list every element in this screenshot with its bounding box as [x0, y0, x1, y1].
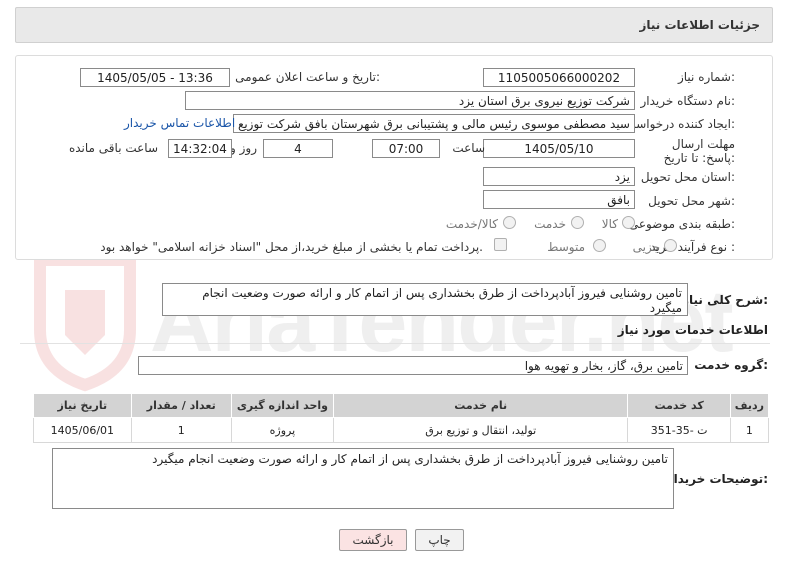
table-header-row: ردیف کد خدمت نام خدمت واحد اندازه گیری ت…: [33, 393, 770, 418]
remaining-time-field: 14:32:04: [168, 139, 232, 158]
purchase-medium-radio[interactable]: [593, 239, 606, 252]
col-header-unit: واحد اندازه گیری: [230, 393, 334, 418]
cell-service-code: ت -35-351: [627, 417, 731, 443]
col-header-service-code: کد خدمت: [627, 393, 731, 418]
purchase-type-label: نوع فرآیند خرید :: [650, 240, 735, 254]
print-button[interactable]: چاپ: [415, 529, 464, 551]
summary-textarea[interactable]: تامین روشنایی فیروز آبادپرداخت از طرق بخ…: [162, 283, 688, 316]
cell-service-name: تولید، انتقال و توزیع برق: [332, 417, 629, 443]
need-number-label: شماره نیاز:: [677, 70, 735, 84]
treasury-checkbox[interactable]: [494, 238, 507, 251]
category-goods-radio[interactable]: [622, 216, 635, 229]
announce-label: تاریخ و ساعت اعلان عمومی:: [235, 70, 380, 84]
category-goods-service-label: کالا/خدمت: [445, 217, 498, 231]
category-service-radio[interactable]: [571, 216, 584, 229]
days-label: روز و: [230, 141, 257, 155]
summary-label: شرح کلی نیاز:: [682, 293, 768, 307]
col-header-quantity: تعداد / مقدار: [130, 393, 232, 418]
buyer-notes-textarea[interactable]: تامین روشنایی فیروز آبادپرداخت از طرق بخ…: [52, 448, 674, 509]
category-goods-label: کالا: [601, 217, 618, 231]
buyer-org-label: نام دستگاه خریدار:: [640, 94, 736, 108]
cell-unit: پروژه: [230, 417, 334, 443]
province-field: یزد: [483, 167, 635, 186]
deadline-label: مهلت ارسال پاسخ: تا تاریخ:: [663, 137, 735, 165]
creator-field: سید مصطفی موسوی رئیس مالی و پشتیبانی برق…: [233, 114, 635, 133]
page-title: جزئیات اطلاعات نیاز: [639, 18, 760, 32]
col-header-row-number: ردیف: [729, 393, 770, 418]
need-number-field: 1105005066000202: [483, 68, 635, 87]
category-goods-service-radio[interactable]: [503, 216, 516, 229]
treasury-note: پرداخت تمام یا بخشی از مبلغ خرید،از محل …: [100, 240, 483, 254]
back-button[interactable]: بازگشت: [339, 529, 407, 551]
cell-quantity: 1: [130, 417, 232, 443]
table-row: 1 ت -35-351 تولید، انتقال و توزیع برق پر…: [33, 417, 770, 443]
cell-row-number: 1: [729, 417, 770, 443]
deadline-date-field: 1405/05/10: [483, 139, 635, 158]
contact-buyer-link[interactable]: اطلاعات تماس خریدار: [124, 116, 235, 130]
buyer-notes-text: تامین روشنایی فیروز آبادپرداخت از طرق بخ…: [152, 452, 668, 466]
summary-text: تامین روشنایی فیروز آبادپرداخت از طرق بخ…: [202, 286, 682, 315]
services-table-wrap: ردیف کد خدمت نام خدمت واحد اندازه گیری ت…: [33, 393, 770, 443]
category-service-label: خدمت: [534, 217, 566, 231]
services-section-title: اطلاعات خدمات مورد نیاز: [617, 323, 768, 337]
remaining-time-label: ساعت باقی مانده: [68, 141, 158, 155]
deadline-time-field: 07:00: [372, 139, 440, 158]
buyer-org-field: شرکت توزیع نیروی برق استان یزد: [185, 91, 635, 110]
purchase-medium-label: متوسط: [547, 240, 585, 254]
service-group-label: گروه خدمت:: [694, 358, 768, 372]
city-label: شهر محل تحویل:: [648, 194, 735, 208]
province-label: استان محل تحویل:: [640, 170, 735, 184]
city-field: بافق: [483, 190, 635, 209]
days-field: 4: [263, 139, 333, 158]
services-divider: [20, 343, 770, 344]
announce-field: 1405/05/05 - 13:36: [80, 68, 230, 87]
category-label: طبقه بندی موضوعی:: [628, 217, 735, 231]
deadline-time-label: ساعت: [452, 141, 485, 155]
buyer-notes-label: توضیحات خریدار:: [666, 472, 768, 486]
service-group-field: تامین برق، گاز، بخار و تهویه هوا: [138, 356, 688, 375]
cell-need-date: 1405/06/01: [33, 417, 132, 443]
col-header-need-date: تاریخ نیاز: [33, 393, 132, 418]
page-header: جزئیات اطلاعات نیاز: [15, 7, 773, 43]
purchase-minor-radio[interactable]: [664, 239, 677, 252]
purchase-minor-label: جزیی: [632, 240, 660, 254]
services-table: ردیف کد خدمت نام خدمت واحد اندازه گیری ت…: [33, 393, 770, 443]
creator-label: ایجاد کننده درخواست:: [624, 117, 735, 131]
col-header-service-name: نام خدمت: [332, 393, 629, 418]
